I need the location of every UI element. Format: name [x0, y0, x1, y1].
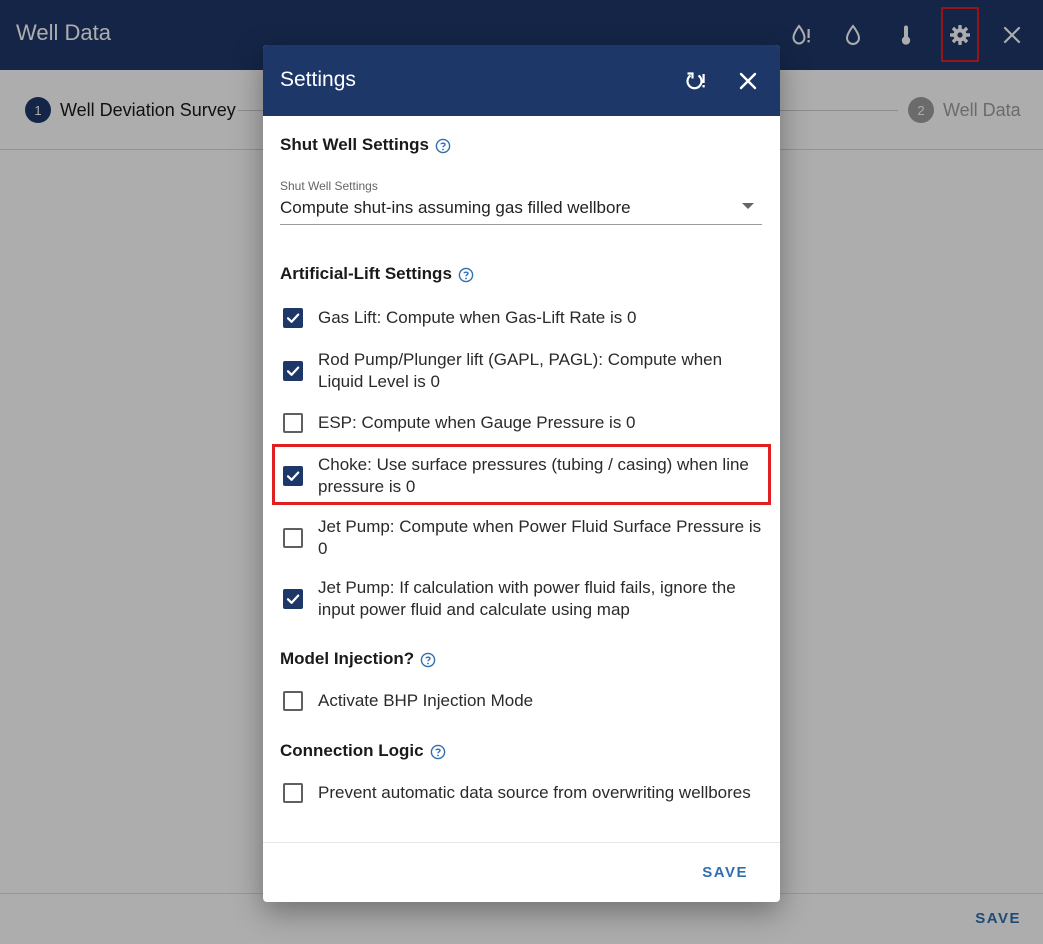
checkbox-checked[interactable]	[283, 589, 303, 609]
checkbox-label: Gas Lift: Compute when Gas-Lift Rate is …	[318, 308, 637, 327]
dialog-header: Settings	[263, 45, 780, 116]
dialog-title: Settings	[280, 68, 356, 91]
bhp-injection-option[interactable]: Activate BHP Injection Mode	[280, 690, 770, 712]
checkbox-label: Activate BHP Injection Mode	[318, 691, 534, 710]
checkbox-checked[interactable]	[283, 361, 303, 381]
help-icon[interactable]	[430, 744, 446, 760]
checkbox-unchecked[interactable]	[283, 691, 303, 711]
esp-option[interactable]: ESP: Compute when Gauge Pressure is 0	[280, 412, 770, 434]
connection-logic-title: Connection Logic	[280, 741, 446, 761]
checkbox-label: Jet Pump: Compute when Power Fluid Surfa…	[318, 517, 762, 558]
reset-settings-button[interactable]	[676, 62, 714, 100]
checkbox-checked[interactable]	[283, 308, 303, 328]
help-icon[interactable]	[458, 267, 474, 283]
close-icon	[739, 72, 757, 90]
checkbox-label: Jet Pump: If calculation with power flui…	[318, 578, 736, 619]
checkbox-label: Rod Pump/Plunger lift (GAPL, PAGL): Comp…	[318, 350, 723, 391]
checkbox-label: ESP: Compute when Gauge Pressure is 0	[318, 413, 636, 432]
gas-lift-option[interactable]: Gas Lift: Compute when Gas-Lift Rate is …	[280, 307, 770, 329]
shut-well-settings-title: Shut Well Settings	[280, 135, 451, 155]
checkbox-unchecked[interactable]	[283, 413, 303, 433]
model-injection-heading: Model Injection?	[280, 649, 415, 668]
checkbox-checked[interactable]	[283, 466, 303, 486]
check-icon	[286, 471, 300, 481]
prevent-overwrite-option[interactable]: Prevent automatic data source from overw…	[280, 782, 770, 804]
check-icon	[286, 366, 300, 376]
checkbox-label: Choke: Use surface pressures (tubing / c…	[318, 455, 749, 496]
check-icon	[286, 313, 300, 323]
choke-option[interactable]: Choke: Use surface pressures (tubing / c…	[280, 454, 770, 498]
model-injection-title: Model Injection?	[280, 649, 436, 669]
dialog-save-button[interactable]: SAVE	[702, 864, 748, 881]
shut-well-select-label: Shut Well Settings	[280, 179, 378, 193]
close-dialog-button[interactable]	[729, 62, 767, 100]
app-window: Well Data 1 Well Deviation Survey 2 Well…	[0, 0, 1043, 944]
checkbox-label: Prevent automatic data source from overw…	[318, 783, 751, 802]
jet-pump-pressure-option[interactable]: Jet Pump: Compute when Power Fluid Surfa…	[280, 516, 770, 560]
reset-alert-icon	[686, 72, 705, 90]
checkbox-unchecked[interactable]	[283, 528, 303, 548]
help-icon[interactable]	[420, 652, 436, 668]
settings-dialog: Settings Shut Well Settings Shut Well Se…	[263, 45, 780, 902]
jet-pump-map-option[interactable]: Jet Pump: If calculation with power flui…	[280, 577, 770, 621]
dropdown-arrow-icon	[742, 203, 754, 209]
check-icon	[286, 594, 300, 604]
shut-well-settings-heading: Shut Well Settings	[280, 135, 429, 154]
dialog-footer: SAVE	[263, 842, 780, 902]
shut-well-select-value: Compute shut-ins assuming gas filled wel…	[280, 198, 631, 217]
shut-well-settings-select[interactable]: Shut Well Settings Compute shut-ins assu…	[280, 177, 762, 225]
artificial-lift-settings-heading: Artificial-Lift Settings	[280, 264, 452, 283]
artificial-lift-settings-title: Artificial-Lift Settings	[280, 264, 474, 284]
checkbox-unchecked[interactable]	[283, 783, 303, 803]
help-icon[interactable]	[435, 138, 451, 154]
connection-logic-heading: Connection Logic	[280, 741, 424, 760]
rod-pump-option[interactable]: Rod Pump/Plunger lift (GAPL, PAGL): Comp…	[280, 349, 770, 393]
